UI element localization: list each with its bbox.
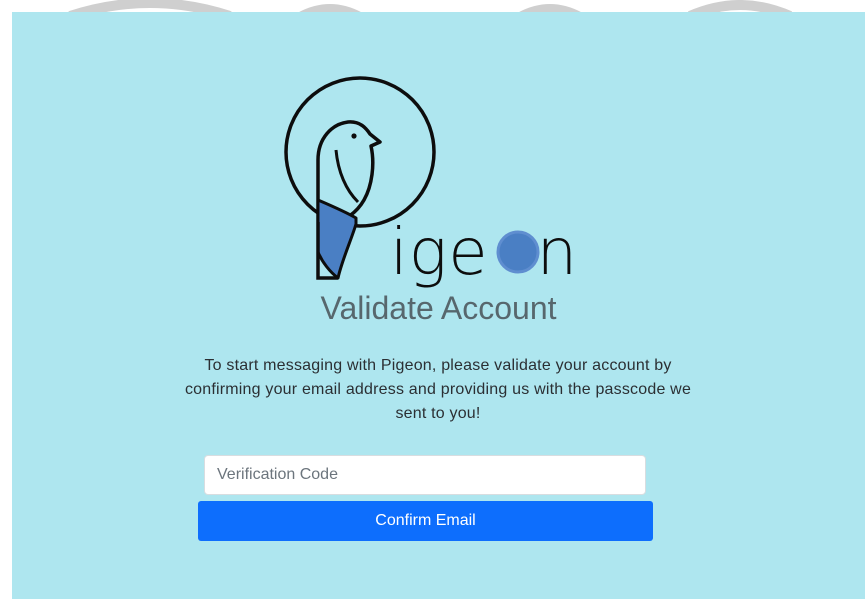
brand-wordmark: ige n bbox=[390, 218, 578, 288]
confirm-email-button[interactable]: Confirm Email bbox=[198, 501, 653, 541]
page-title: Validate Account bbox=[320, 290, 557, 326]
validation-panel: ige n Validate Account To start messaging… bbox=[12, 12, 865, 599]
screen-frame: ige n Validate Account To start messaging… bbox=[0, 0, 865, 599]
page-description: To start messaging with Pigeon, please v… bbox=[184, 357, 692, 422]
brand-name-end: n bbox=[536, 216, 579, 290]
verification-code-input[interactable] bbox=[204, 455, 646, 495]
brand-name-tail: ige bbox=[390, 216, 489, 290]
